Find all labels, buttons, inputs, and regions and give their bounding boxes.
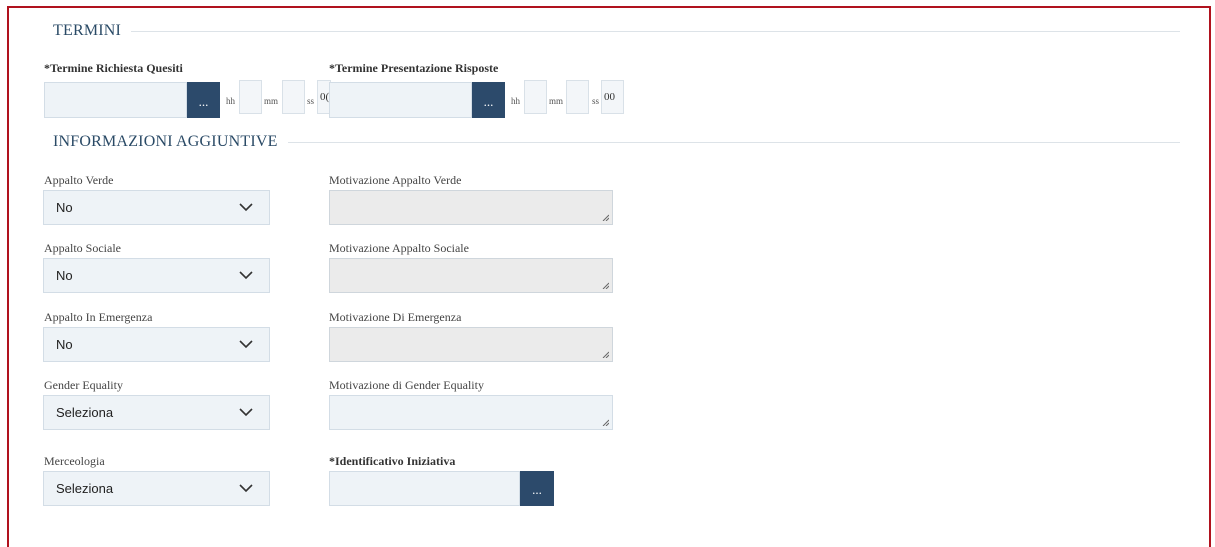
minutes-label: mm — [264, 96, 279, 106]
hours-label: hh — [226, 96, 235, 106]
chevron-down-icon — [239, 484, 253, 493]
chevron-down-icon — [239, 271, 253, 280]
termine-presentazione-risposte-hours-input[interactable] — [524, 80, 547, 114]
termine-richiesta-quesiti-picker-button[interactable]: ... — [187, 82, 220, 118]
hours-label: hh — [511, 96, 520, 106]
chevron-down-icon — [239, 408, 253, 417]
appalto-verde-select[interactable]: No — [43, 190, 270, 225]
resize-grip-icon — [602, 214, 609, 221]
gender-equality-label: Gender Equality — [44, 378, 123, 392]
appalto-sociale-label: Appalto Sociale — [44, 241, 121, 255]
termine-presentazione-risposte-date-input[interactable] — [329, 82, 472, 118]
section-title-termini: TERMINI — [53, 22, 132, 40]
section-title-informazioni-aggiuntive: INFORMAZIONI AGGIUNTIVE — [53, 133, 288, 151]
termine-presentazione-risposte-picker-button[interactable]: ... — [472, 82, 505, 118]
motivazione-appalto-sociale-label: Motivazione Appalto Sociale — [329, 241, 469, 255]
identificativo-iniziativa-input[interactable] — [329, 471, 520, 506]
seconds-label: ss — [592, 96, 600, 106]
minutes-label: mm — [549, 96, 564, 106]
resize-grip-icon — [602, 282, 609, 289]
termine-richiesta-quesiti-minutes-input[interactable] — [282, 80, 305, 114]
merceologia-select[interactable]: Seleziona — [43, 471, 270, 506]
motivazione-appalto-sociale-textarea — [329, 258, 613, 293]
termine-richiesta-quesiti-hours-input[interactable] — [239, 80, 262, 114]
termine-richiesta-quesiti-label: *Termine Richiesta Quesiti — [44, 61, 183, 75]
chevron-down-icon — [239, 203, 253, 212]
merceologia-label: Merceologia — [44, 454, 105, 468]
motivazione-di-emergenza-textarea — [329, 327, 613, 362]
chevron-down-icon — [239, 340, 253, 349]
merceologia-value: Seleziona — [56, 481, 114, 496]
resize-grip-icon — [602, 351, 609, 358]
termine-presentazione-risposte-minutes-input[interactable] — [566, 80, 589, 114]
resize-grip-icon[interactable] — [602, 419, 609, 426]
termine-presentazione-risposte-label: *Termine Presentazione Risposte — [329, 61, 499, 75]
appalto-verde-label: Appalto Verde — [44, 173, 114, 187]
identificativo-iniziativa-lookup-button[interactable]: ... — [520, 471, 554, 506]
seconds-label: ss — [307, 96, 315, 106]
motivazione-di-emergenza-label: Motivazione Di Emergenza — [329, 310, 462, 324]
termine-presentazione-risposte-seconds-input[interactable]: 00 — [601, 80, 624, 114]
appalto-in-emergenza-label: Appalto In Emergenza — [44, 310, 153, 324]
termine-richiesta-quesiti-date-input[interactable] — [44, 82, 187, 118]
identificativo-iniziativa-label: *Identificativo Iniziativa — [329, 454, 456, 468]
gender-equality-select[interactable]: Seleziona — [43, 395, 270, 430]
appalto-sociale-select[interactable]: No — [43, 258, 270, 293]
gender-equality-value: Seleziona — [56, 405, 114, 420]
appalto-in-emergenza-select[interactable]: No — [43, 327, 270, 362]
motivazione-appalto-verde-textarea — [329, 190, 613, 225]
appalto-sociale-value: No — [56, 268, 73, 283]
appalto-verde-value: No — [56, 200, 73, 215]
motivazione-gender-equality-textarea[interactable] — [329, 395, 613, 430]
section-divider — [120, 31, 1180, 32]
motivazione-appalto-verde-label: Motivazione Appalto Verde — [329, 173, 462, 187]
motivazione-gender-equality-label: Motivazione di Gender Equality — [329, 378, 484, 392]
appalto-in-emergenza-value: No — [56, 337, 73, 352]
section-divider — [280, 142, 1180, 143]
